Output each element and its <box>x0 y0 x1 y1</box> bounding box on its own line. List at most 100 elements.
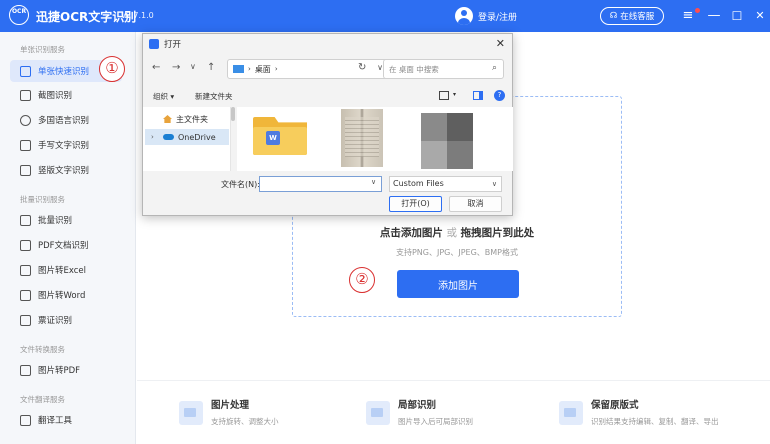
file-open-dialog: 打开 ✕ ← → ∨ ↑ › 桌面 › ∨ ↻ 在 桌面 中搜索 ⌕ 组织 ▾ … <box>142 33 513 216</box>
up-arrow-icon[interactable]: ↑ <box>207 62 215 73</box>
sidebar-item-vertical-text[interactable]: 竖版文字识别 <box>10 159 122 181</box>
file-type-value: Custom Files <box>393 179 444 188</box>
partial-recognition-icon <box>366 401 390 425</box>
preview-pane-icon[interactable] <box>473 91 483 100</box>
recent-chevron-icon[interactable]: ∨ <box>190 62 196 71</box>
expand-chevron-icon[interactable]: › <box>151 133 154 141</box>
avatar-icon <box>455 7 473 25</box>
search-icon: ⌕ <box>491 63 497 73</box>
image-processing-icon <box>179 401 203 425</box>
sidebar-item-label: 图片转PDF <box>38 366 81 376</box>
pen-icon <box>20 139 31 151</box>
sidebar-item-multilanguage[interactable]: 多国语言识别 <box>10 109 122 131</box>
sidebar: 单张识别服务 单张快速识别 截图识别 多国语言识别 手写文字识别 竖版文字识别 … <box>0 32 136 444</box>
dialog-search-input[interactable]: 在 桌面 中搜索 ⌕ <box>383 59 504 79</box>
app-logo: OCR <box>9 5 29 25</box>
annotation-marker-1: ① <box>99 56 125 82</box>
nav-item-home[interactable]: 主文件夹 <box>163 111 208 127</box>
sidebar-item-label: 单张快速识别 <box>38 67 90 77</box>
add-image-button[interactable]: 添加图片 <box>397 270 519 298</box>
vertical-text-icon <box>20 164 31 176</box>
organize-menu[interactable]: 组织 ▾ <box>153 91 174 102</box>
sidebar-item-label: 票证识别 <box>38 316 73 326</box>
sidebar-item-word[interactable]: 图片转Word <box>10 284 122 306</box>
filename-label: 文件名(N): <box>221 180 260 189</box>
pdf-convert-icon <box>20 364 31 376</box>
nav-item-label: OneDrive <box>178 132 216 142</box>
headset-icon: ☊ <box>609 11 618 21</box>
filename-input[interactable] <box>259 176 382 192</box>
file-list: W <box>237 107 513 171</box>
sidebar-item-label: 竖版文字识别 <box>38 166 90 176</box>
dialog-close-button[interactable]: ✕ <box>496 37 505 50</box>
quick-recognition-icon <box>20 65 31 77</box>
desktop-icon <box>233 65 244 73</box>
cancel-button[interactable]: 取消 <box>449 196 502 212</box>
sidebar-item-label: 图片转Word <box>38 291 86 301</box>
sidebar-item-receipt[interactable]: 票证识别 <box>10 309 122 331</box>
dialog-navigation: ← → ∨ ↑ › 桌面 › ∨ ↻ 在 桌面 中搜索 ⌕ <box>143 56 512 82</box>
view-dropdown-icon[interactable]: ▾ <box>453 91 456 98</box>
sidebar-item-pdf[interactable]: PDF文档识别 <box>10 234 122 256</box>
filename-dropdown-icon[interactable]: ∨ <box>371 178 376 186</box>
new-folder-button[interactable]: 新建文件夹 <box>195 91 233 102</box>
annotation-marker-2: ② <box>349 267 375 293</box>
forward-arrow-icon[interactable]: → <box>172 62 180 73</box>
nav-pane-scrollbar[interactable] <box>231 107 235 121</box>
section-title-batch: 批量识别服务 <box>20 195 65 204</box>
maximize-button[interactable]: ☐ <box>728 7 746 25</box>
login-label: 登录/注册 <box>478 12 518 23</box>
sidebar-item-screenshot[interactable]: 截图识别 <box>10 84 122 106</box>
sidebar-item-translate[interactable]: 翻译工具 <box>10 409 122 431</box>
feature-desc: 图片导入后可局部识别 <box>398 417 473 426</box>
dialog-title: 打开 <box>164 40 182 50</box>
feature-image-processing: 图片处理 支持旋转、调整大小 <box>179 397 279 427</box>
navigation-pane: 主文件夹 › OneDrive <box>143 107 231 171</box>
sidebar-item-image-to-pdf[interactable]: 图片转PDF <box>10 359 122 381</box>
login-button[interactable]: 登录/注册 <box>455 6 517 26</box>
back-arrow-icon[interactable]: ← <box>152 62 160 73</box>
feature-title: 局部识别 <box>398 400 437 411</box>
sidebar-item-handwriting[interactable]: 手写文字识别 <box>10 134 122 156</box>
file-type-select[interactable]: Custom Files ∨ <box>389 176 502 192</box>
section-title-convert: 文件转换服务 <box>20 345 65 354</box>
address-separator-icon: › <box>274 65 278 73</box>
sidebar-item-excel[interactable]: 图片转Excel <box>10 259 122 281</box>
feature-title: 保留原版式 <box>591 400 639 411</box>
pdf-icon <box>20 239 31 251</box>
screenshot-icon <box>20 89 31 101</box>
section-title-single: 单张识别服务 <box>20 45 65 54</box>
feature-desc: 识别结果支持编辑、复制、翻译、导出 <box>591 417 719 426</box>
file-type-dropdown-icon: ∨ <box>491 180 497 188</box>
sidebar-item-label: 批量识别 <box>38 216 73 226</box>
feature-desc: 支持旋转、调整大小 <box>211 417 279 426</box>
search-placeholder: 在 桌面 中搜索 <box>389 64 439 74</box>
drop-title: 点击添加图片 或 拖拽图片到此处 <box>379 227 535 239</box>
excel-icon <box>20 264 31 276</box>
minimize-button[interactable]: — <box>705 7 723 25</box>
word-icon <box>20 289 31 301</box>
feature-title: 图片处理 <box>211 400 250 411</box>
dialog-title-bar: 打开 <box>143 34 512 54</box>
notification-dot <box>695 8 700 13</box>
address-text: 桌面 <box>254 64 271 74</box>
folder-item[interactable]: W <box>253 117 307 155</box>
sidebar-item-label: 多国语言识别 <box>38 116 90 126</box>
feature-partial-recognition: 局部识别 图片导入后可局部识别 <box>366 397 473 427</box>
view-options-icon[interactable] <box>439 91 449 100</box>
online-service-button[interactable]: ☊ 在线客服 <box>600 7 664 25</box>
help-icon[interactable]: ? <box>494 90 505 101</box>
refresh-icon[interactable]: ↻ <box>358 62 366 73</box>
dialog-app-icon <box>149 39 159 49</box>
image-thumbnail-blurred[interactable] <box>421 113 473 169</box>
nav-item-onedrive[interactable]: › OneDrive <box>145 129 229 145</box>
dialog-toolbar: 组织 ▾ 新建文件夹 ▾ ? <box>143 86 512 106</box>
globe-icon <box>20 114 31 126</box>
keep-layout-icon <box>559 401 583 425</box>
home-icon <box>163 115 172 123</box>
close-button[interactable]: ✕ <box>751 7 769 25</box>
drop-subtitle: 支持PNG、JPG、JPEG、BMP格式 <box>395 248 519 257</box>
sidebar-item-label: 截图识别 <box>38 91 73 101</box>
sidebar-item-batch[interactable]: 批量识别 <box>10 209 122 231</box>
open-button[interactable]: 打开(O) <box>389 196 442 212</box>
